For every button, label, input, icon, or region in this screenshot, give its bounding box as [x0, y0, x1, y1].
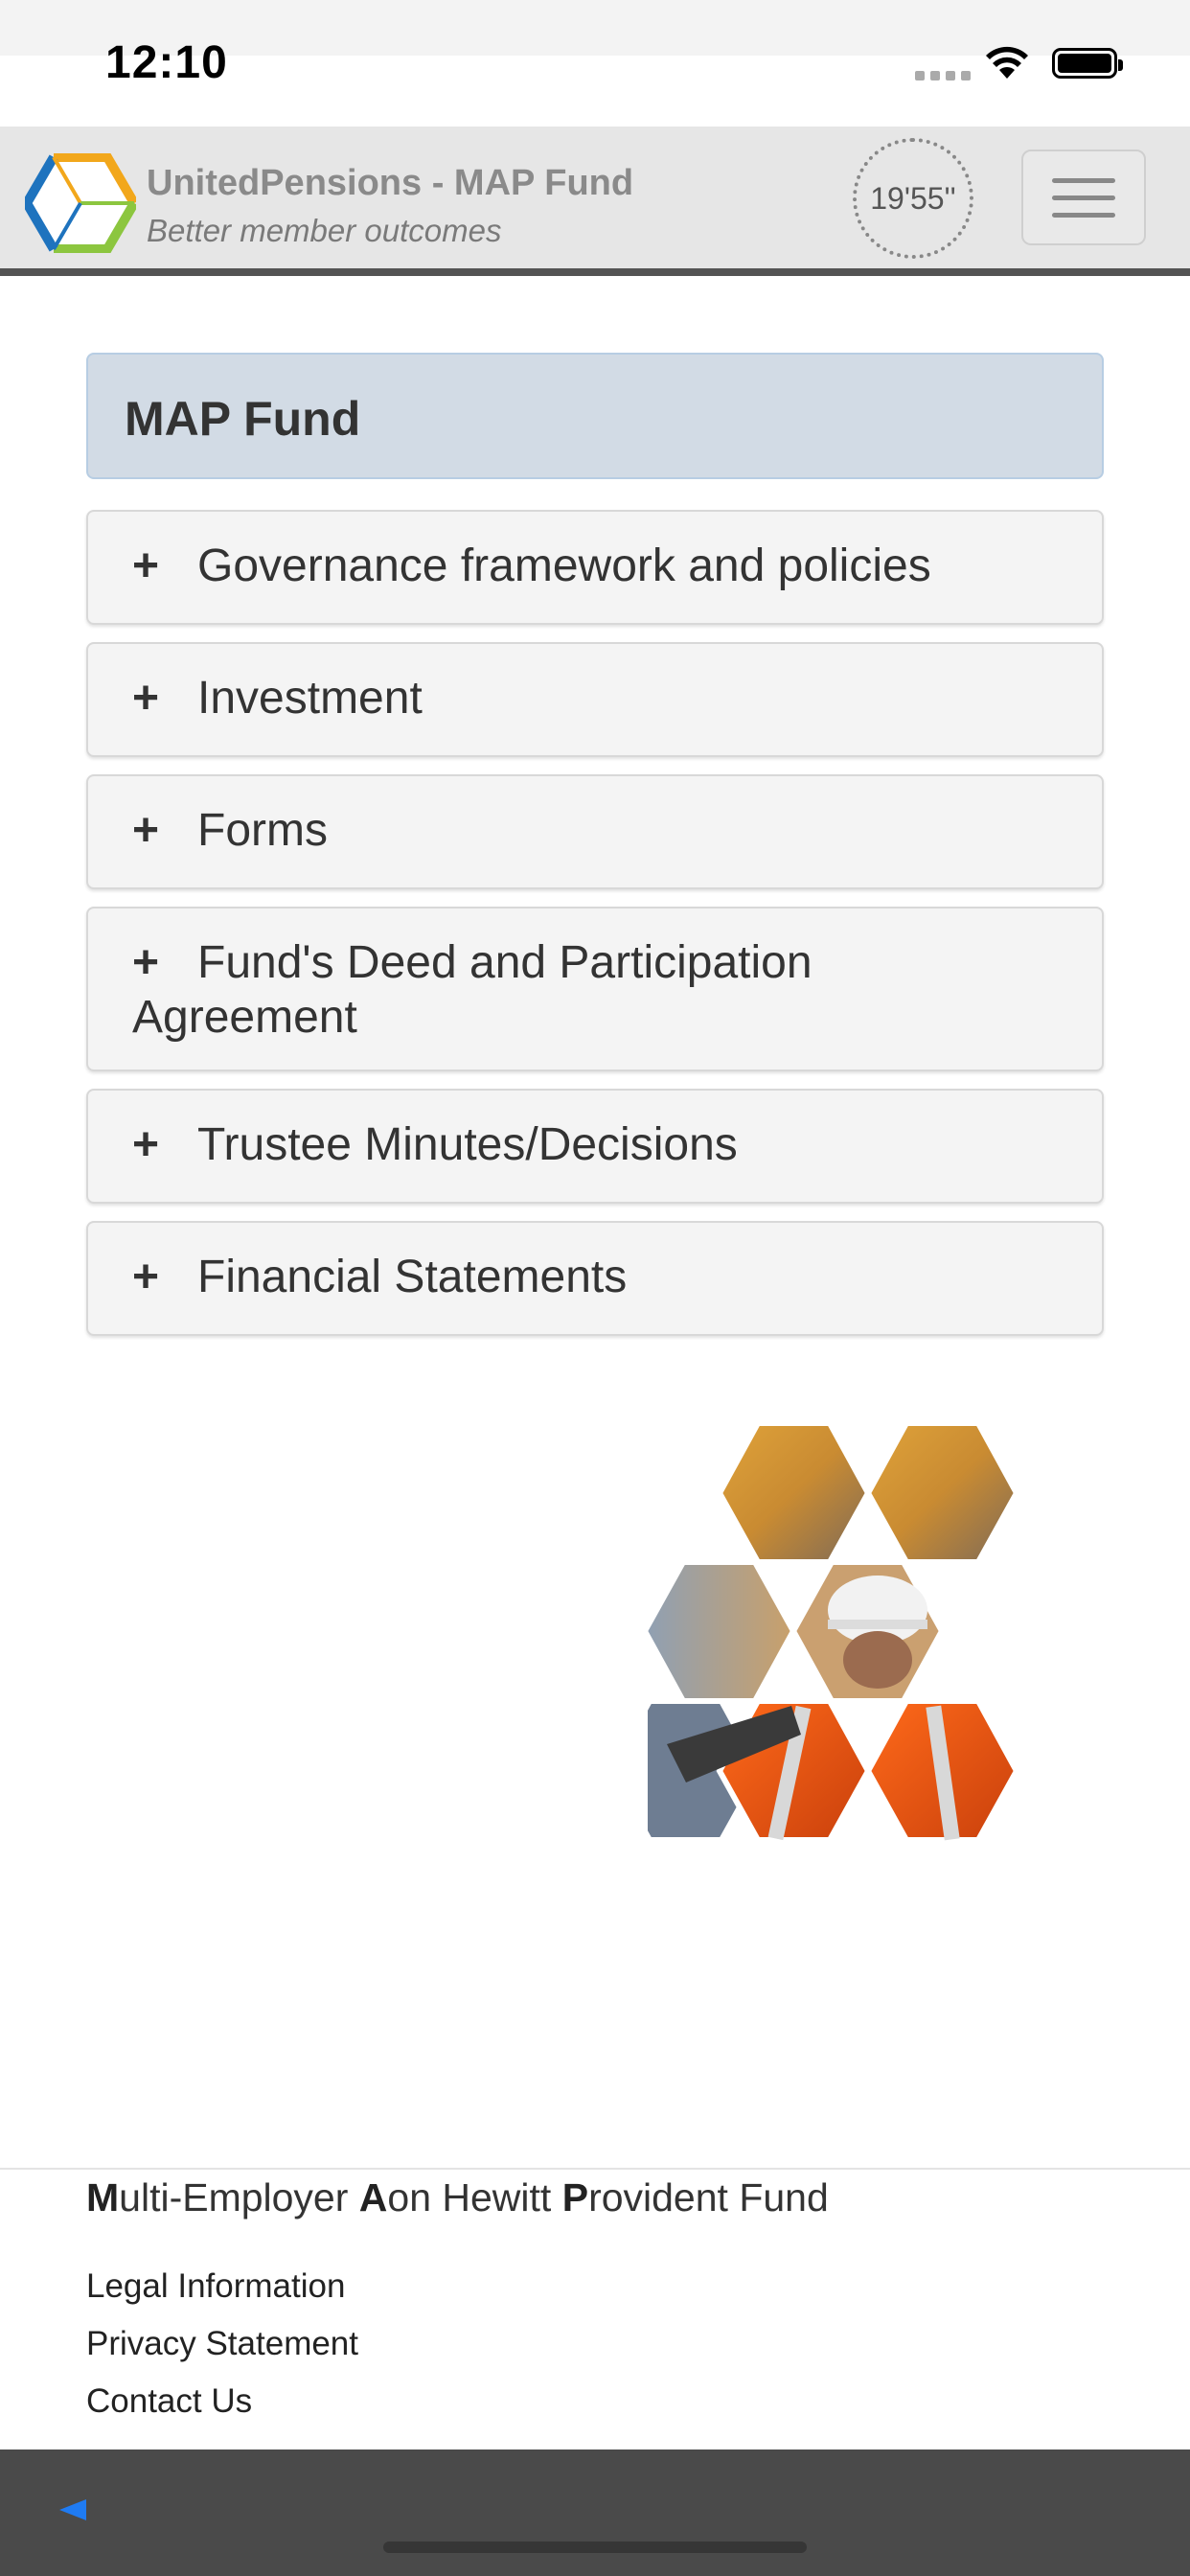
- accordion-label: + Forms: [132, 805, 328, 856]
- status-time: 12:10: [105, 37, 228, 88]
- accordion-deed[interactable]: + Fund's Deed and Participation Agreement: [86, 907, 1104, 1071]
- accordion-trustee-minutes[interactable]: + Trustee Minutes/Decisions: [86, 1089, 1104, 1204]
- home-indicator[interactable]: [383, 2542, 807, 2553]
- accordion-governance[interactable]: + Governance framework and policies: [86, 510, 1104, 625]
- accordion-label: + Governance framework and policies: [132, 540, 931, 591]
- unitedpensions-logo[interactable]: [25, 153, 136, 253]
- accordion-financial-statements[interactable]: + Financial Statements: [86, 1221, 1104, 1336]
- footer-fund-name: Multi-Employer Aon Hewitt Provident Fund: [86, 2175, 829, 2220]
- plus-icon: +: [132, 937, 160, 988]
- app-header: UnitedPensions - MAP Fund Better member …: [0, 126, 1190, 276]
- accordion-label: + Financial Statements: [132, 1252, 628, 1302]
- page-heading: MAP Fund: [125, 392, 361, 446]
- footer-divider: [0, 2168, 1190, 2170]
- status-bar: 12:10: [0, 0, 1190, 126]
- brand-title: UnitedPensions - MAP Fund: [147, 163, 634, 203]
- browser-toolbar: [0, 2450, 1190, 2576]
- worker-hexagon-image: [648, 1420, 1020, 1843]
- brand-subtitle: Better member outcomes: [147, 213, 502, 248]
- battery-icon: [1052, 48, 1123, 79]
- wifi-icon: [986, 46, 1028, 79]
- hamburger-icon: [1052, 177, 1115, 183]
- legal-information-link[interactable]: Legal Information: [86, 2267, 345, 2306]
- session-timer: 19'55'': [853, 138, 973, 259]
- privacy-statement-link[interactable]: Privacy Statement: [86, 2325, 358, 2363]
- cellular-signal-icon: [915, 71, 971, 80]
- plus-icon: +: [132, 540, 160, 591]
- accordion-label: + Investment: [132, 673, 423, 724]
- accordion-investment[interactable]: + Investment: [86, 642, 1104, 757]
- menu-button[interactable]: [1021, 150, 1146, 245]
- page-heading-panel: MAP Fund: [86, 353, 1104, 479]
- contact-us-link[interactable]: Contact Us: [86, 2382, 252, 2421]
- accordion-label: + Trustee Minutes/Decisions: [132, 1119, 738, 1170]
- accordion-label: + Fund's Deed and Participation Agreement: [132, 937, 812, 1043]
- plus-icon: +: [132, 1119, 160, 1170]
- plus-icon: +: [132, 1252, 160, 1302]
- accordion-forms[interactable]: + Forms: [86, 774, 1104, 889]
- back-arrow-icon[interactable]: [59, 2499, 86, 2520]
- plus-icon: +: [132, 805, 160, 856]
- plus-icon: +: [132, 673, 160, 724]
